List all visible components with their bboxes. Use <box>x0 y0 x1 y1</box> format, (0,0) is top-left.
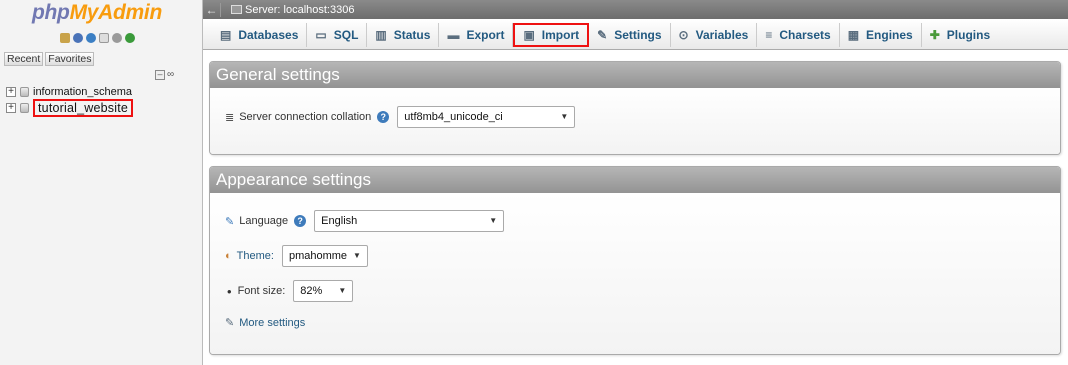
appearance-settings-title: Appearance settings <box>210 167 1060 193</box>
language-select[interactable]: English ▼ <box>314 210 505 232</box>
collation-select[interactable]: utf8mb4_unicode_ci ▼ <box>397 106 576 128</box>
tree-item-information-schema[interactable]: + information_schema <box>6 86 132 98</box>
export-icon: ▬ <box>447 27 460 42</box>
tab-label: Variables <box>695 27 749 42</box>
expand-icon[interactable]: + <box>6 87 16 97</box>
tab-label: Status <box>393 27 431 42</box>
database-icon <box>20 103 29 113</box>
general-settings-title: General settings <box>210 62 1060 88</box>
bullet-icon: • <box>227 283 232 299</box>
collation-label: Server connection collation <box>239 111 372 123</box>
docs-icon[interactable] <box>86 33 96 43</box>
theme-select[interactable]: pmahomme ▼ <box>281 245 368 267</box>
more-settings-row: ✎ More settings <box>225 316 305 330</box>
tab-charsets[interactable]: ≡ Charsets <box>757 22 840 47</box>
wrench-icon: ✎ <box>597 27 608 42</box>
dropdown-arrow-icon: ▼ <box>489 216 498 225</box>
sql-icon: ▭ <box>315 27 327 42</box>
nav-icon-bar <box>60 33 135 43</box>
help-icon[interactable]: ? <box>294 215 307 227</box>
collation-value: utf8mb4_unicode_ci <box>404 111 503 123</box>
tab-sql[interactable]: ▭ SQL <box>307 22 368 47</box>
tab-import[interactable]: ▣ Import <box>513 22 590 47</box>
dropdown-arrow-icon: ▼ <box>560 112 569 121</box>
tab-label: SQL <box>333 27 359 42</box>
collapse-all-icon[interactable]: – <box>155 69 165 80</box>
more-settings-link[interactable]: More settings <box>239 317 305 329</box>
recent-button[interactable]: Recent <box>4 52 44 66</box>
language-row: ✎ Language ? English ▼ <box>225 210 505 232</box>
font-size-label: Font size: <box>237 285 286 297</box>
tab-settings[interactable]: ✎ Settings <box>589 22 671 47</box>
tab-label: Charsets <box>779 27 831 42</box>
database-name[interactable]: tutorial_website <box>33 99 134 117</box>
tab-label: Settings <box>614 27 662 42</box>
navigation-panel: phpMyAdmin Recent Favorites – ∞ + inform… <box>0 0 203 365</box>
general-settings-panel: General settings ≣ Server connection col… <box>209 61 1061 155</box>
tree-controls: – ∞ <box>155 69 174 80</box>
favorites-button[interactable]: Favorites <box>45 52 95 66</box>
recent-favorites-tabs: Recent Favorites <box>4 52 95 66</box>
language-value: English <box>321 215 358 227</box>
database-icon <box>20 87 29 97</box>
back-arrow-icon[interactable]: ← <box>203 2 221 17</box>
logout-icon[interactable] <box>73 33 83 43</box>
link-icon[interactable]: ∞ <box>167 69 174 80</box>
wrench-icon: ✎ <box>225 317 235 329</box>
server-breadcrumb-bar: ← Server: localhost:3306 <box>203 0 1068 19</box>
tab-label: Databases <box>238 27 299 42</box>
home-icon[interactable] <box>60 33 70 43</box>
logo-php-text: php <box>32 1 70 24</box>
list-icon: ≣ <box>225 111 235 124</box>
gear-icon[interactable] <box>112 33 122 43</box>
tab-plugins[interactable]: ✚ Plugins <box>922 23 998 47</box>
database-name[interactable]: information_schema <box>33 86 132 98</box>
collation-row: ≣ Server connection collation ? utf8mb4_… <box>225 106 576 128</box>
theme-value: pmahomme <box>288 250 348 262</box>
database-icon: ▤ <box>220 27 232 42</box>
theme-label[interactable]: Theme: <box>237 250 274 262</box>
engines-icon: ▦ <box>847 27 860 42</box>
language-icon: ✎ <box>225 215 235 228</box>
tab-status[interactable]: ▥ Status <box>367 22 440 47</box>
tab-label: Engines <box>866 27 913 42</box>
dropdown-arrow-icon: ▼ <box>353 251 361 260</box>
copy-icon[interactable] <box>99 33 109 43</box>
logo-myadmin-text: MyAdmin <box>69 1 163 24</box>
server-icon <box>231 5 242 14</box>
import-icon: ▣ <box>523 27 535 42</box>
tab-databases[interactable]: ▤ Databases <box>212 22 308 47</box>
tree-item-tutorial-website[interactable]: + tutorial_website <box>6 99 134 117</box>
appearance-settings-panel: Appearance settings ✎ Language ? English… <box>209 166 1061 355</box>
phpmyadmin-logo[interactable]: phpMyAdmin <box>32 1 162 25</box>
theme-icon: ◐ <box>225 250 232 262</box>
font-size-row: • Font size: 82% ▼ <box>225 280 354 302</box>
server-label[interactable]: Server: localhost:3306 <box>245 4 354 16</box>
variables-icon: ⊙ <box>678 27 689 42</box>
server-tabs: ▤ Databases ▭ SQL ▥ Status ▬ Export ▣ Import … <box>203 20 1068 50</box>
tab-engines[interactable]: ▦ Engines <box>840 22 922 47</box>
language-label: Language <box>239 215 289 227</box>
reload-icon[interactable] <box>125 33 135 43</box>
tab-label: Import <box>541 27 580 42</box>
font-size-value: 82% <box>300 285 323 297</box>
font-size-select[interactable]: 82% ▼ <box>293 280 354 302</box>
tab-variables[interactable]: ⊙ Variables <box>671 22 758 47</box>
help-icon[interactable]: ? <box>377 111 390 123</box>
status-icon: ▥ <box>375 27 387 42</box>
tab-label: Plugins <box>946 27 991 42</box>
expand-icon[interactable]: + <box>6 103 16 113</box>
theme-row: ◐ Theme: pmahomme ▼ <box>225 245 368 267</box>
tab-label: Export <box>466 27 505 42</box>
puzzle-icon: ✚ <box>929 27 940 42</box>
dropdown-arrow-icon: ▼ <box>338 286 347 295</box>
charsets-icon: ≡ <box>765 27 773 42</box>
tab-export[interactable]: ▬ Export <box>439 22 514 47</box>
